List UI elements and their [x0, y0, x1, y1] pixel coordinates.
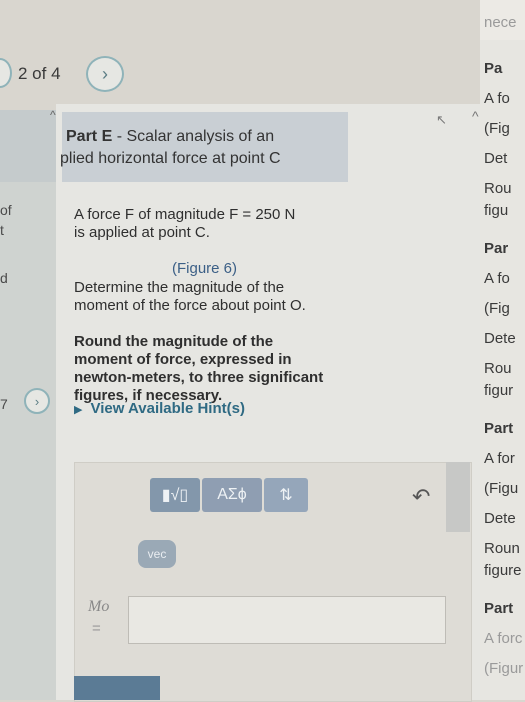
right-panel-text: figur	[484, 382, 514, 399]
right-panel-text: (Fig	[484, 300, 510, 317]
determine-text: Determine the magnitude of the	[74, 279, 285, 296]
submit-button[interactable]	[74, 676, 160, 700]
prev-part-button[interactable]	[0, 58, 12, 88]
view-hints-label: View Available Hint(s)	[90, 400, 245, 417]
right-panel-text: Rou	[484, 360, 512, 377]
answer-variable-label: Mo	[88, 598, 110, 615]
right-panel-text: Pa	[484, 60, 503, 77]
left-fragment: t	[0, 222, 4, 238]
right-panel-text: Rou	[484, 180, 512, 197]
left-next-button[interactable]: ›	[24, 388, 50, 414]
determine-text: moment of the force about point O.	[74, 297, 306, 314]
pointer-cursor-icon: ↖	[436, 112, 447, 127]
right-panel-text: A forc	[484, 630, 523, 647]
part-title-line2: plied horizontal force at point C	[60, 150, 281, 167]
rounding-instruction: Round the magnitude of the	[74, 333, 274, 350]
caret-up-icon[interactable]: ^	[472, 108, 479, 124]
rounding-instruction: moment of force, expressed in	[74, 351, 292, 368]
caret-up-icon[interactable]: ^	[50, 108, 66, 122]
vector-button[interactable]: vec	[138, 540, 176, 568]
right-panel-text: Part	[484, 420, 514, 437]
right-panel-text: (Figu	[484, 480, 519, 497]
problem-statement-line: is applied at point C.	[74, 224, 210, 241]
right-panel-text: Par	[484, 240, 509, 257]
part-position: 2 of 4	[18, 64, 61, 83]
arrows-updown-button[interactable]: ⇅	[264, 478, 308, 512]
right-panel-text: nece	[484, 14, 517, 31]
right-panel-text: A for	[484, 450, 515, 467]
left-fragment: d	[0, 270, 8, 286]
right-panel-text: Roun	[484, 540, 520, 557]
next-part-button[interactable]: ›	[86, 56, 124, 92]
right-panel-text: figure	[484, 562, 522, 579]
right-panel-text: (Fig	[484, 120, 510, 137]
toolbar-divider	[446, 462, 470, 532]
right-panel-text: Det	[484, 150, 508, 167]
chevron-right-icon: ›	[102, 63, 108, 84]
right-panel-text: A fo	[484, 90, 510, 107]
right-panel-text: figu	[484, 202, 509, 219]
view-hints-link[interactable]: ▶ View Available Hint(s)	[74, 400, 245, 417]
figure-link[interactable]: (Figure 6)	[172, 260, 237, 277]
part-title: Part E - Scalar analysis of an plied hor…	[60, 126, 346, 170]
greek-symbols-button[interactable]: ΑΣϕ	[202, 478, 262, 512]
left-fragment: of	[0, 202, 12, 218]
moment-answer-input[interactable]	[128, 596, 446, 644]
right-panel-text: Dete	[484, 510, 516, 527]
part-label: Part E	[66, 128, 113, 145]
right-panel-text: Part	[484, 600, 514, 617]
left-fragment: 7	[0, 396, 8, 412]
problem-statement-line: A force F of magnitude F = 250 N	[74, 206, 296, 223]
equals-sign: =	[92, 620, 101, 637]
arrows-updown-icon: ⇅	[279, 487, 293, 504]
right-panel-text: A fo	[484, 270, 510, 287]
right-panel-text: Dete	[484, 330, 516, 347]
templates-button[interactable]: ▮√▯	[150, 478, 200, 512]
triangle-right-icon: ▶	[74, 404, 83, 416]
rounding-instruction: newton-meters, to three significant	[74, 369, 324, 386]
radical-template-icon: ▮√▯	[161, 487, 189, 504]
right-panel-text: (Figur	[484, 660, 524, 677]
undo-arrow-icon[interactable]: ↶	[412, 484, 430, 510]
part-title-text: - Scalar analysis of an	[112, 128, 275, 145]
